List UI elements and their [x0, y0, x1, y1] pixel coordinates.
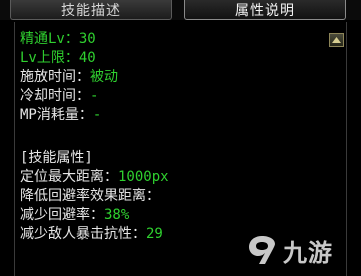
max-distance-row: 定位最大距离：1000px [20, 169, 169, 185]
tab-attribute-explanation[interactable]: 属性说明 [184, 0, 346, 20]
level-cap-value: 40 [78, 50, 96, 66]
mastery-level-value: 30 [78, 31, 96, 47]
crit-resist-reduction-label: 减少敌人暴击抗性 [20, 226, 132, 242]
cooldown-label: 冷却时间 [20, 88, 76, 104]
evasion-effect-distance-label: 降低回避率效果距离 [20, 188, 146, 204]
watermark-text: 九游 [283, 238, 333, 267]
tab-skill-description[interactable]: 技能描述 [10, 0, 172, 20]
scroll-up-arrow-icon [332, 37, 341, 43]
scroll-up-button[interactable] [329, 33, 344, 47]
crit-resist-reduction-value: 29 [146, 226, 163, 242]
cooldown-value: - [90, 88, 99, 104]
evasion-reduction-row: 减少回避率：38% [20, 207, 130, 223]
max-distance-label: 定位最大距离 [20, 169, 104, 185]
cooldown-row: 冷却时间：- [20, 88, 99, 104]
evasion-reduction-value: 38% [104, 207, 130, 223]
cast-time-value: 被动 [90, 69, 118, 85]
cast-time-label: 施放时间 [20, 69, 76, 85]
mastery-level-row: 精通Lv：30 [20, 31, 96, 47]
mp-cost-row: MP消耗量：- [20, 107, 102, 123]
cast-time-row: 施放时间：被动 [20, 69, 118, 85]
tab-bar: 技能描述 属性说明 [0, 0, 361, 20]
level-cap-row: Lv上限：40 [20, 50, 96, 66]
evasion-reduction-label: 减少回避率 [20, 207, 90, 223]
9game-logo-icon [249, 236, 275, 264]
level-cap-label: Lv上限 [20, 50, 65, 66]
mp-cost-value: - [92, 107, 102, 123]
crit-resist-reduction-row: 减少敌人暴击抗性：29 [20, 226, 163, 242]
skill-attributes-header: [技能属性] [20, 150, 93, 166]
mastery-level-label: 精通Lv [20, 31, 65, 47]
watermark: 九游 [245, 230, 357, 270]
evasion-effect-distance-row: 降低回避率效果距离： [20, 188, 160, 204]
max-distance-value: 1000px [118, 169, 169, 185]
mp-cost-label: MP消耗量 [20, 107, 79, 123]
